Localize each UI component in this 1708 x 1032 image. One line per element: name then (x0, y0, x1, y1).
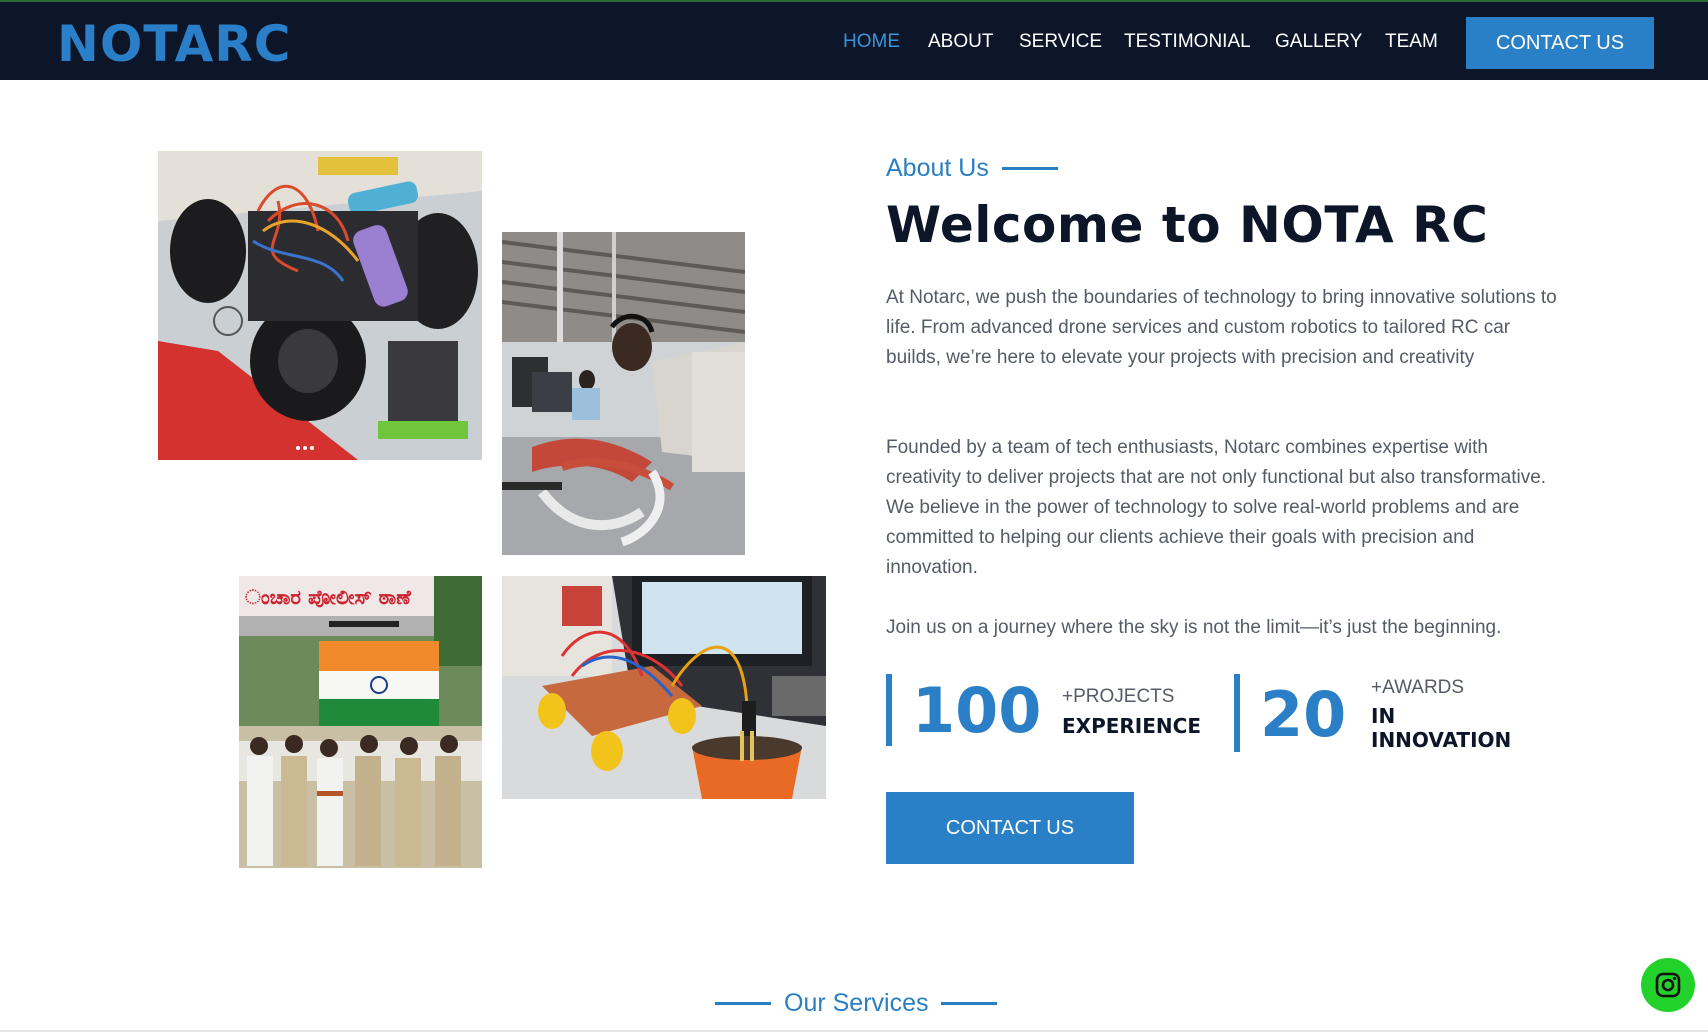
photo-rc-car (158, 151, 482, 460)
stat-awards-label: +AWARDS (1371, 677, 1465, 698)
services-heading: Our Services (715, 986, 998, 1020)
nav-item-about[interactable]: ABOUT (928, 28, 993, 56)
services-divider-left (715, 1001, 771, 1005)
instagram-icon (1655, 972, 1681, 998)
stat-awards-number: 20 (1260, 678, 1347, 751)
instagram-float-button[interactable] (1641, 958, 1695, 1012)
nav-item-home[interactable]: HOME (843, 28, 900, 56)
services-heading-text: Our Services (784, 988, 929, 1017)
photo-robot-car (502, 576, 826, 799)
stat-projects-number: 100 (912, 674, 1042, 747)
stat-awards-caption-line2: INNOVATION (1371, 728, 1512, 752)
stat-projects-caption: EXPERIENCE (1062, 714, 1201, 738)
about-paragraph-3: Join us on a journey where the sky is no… (886, 617, 1502, 638)
nav-item-gallery[interactable]: GALLERY (1275, 28, 1362, 56)
about-eyebrow-text: About Us (886, 154, 989, 182)
stat-awards-caption-line1: IN (1371, 704, 1396, 728)
navbar: NOTARC HOME ABOUT SERVICE TESTIMONIAL GA… (0, 0, 1708, 80)
stat-accent-bar (1234, 674, 1240, 752)
nav-contact-button[interactable]: CONTACT US (1466, 17, 1654, 69)
photo-workshop (502, 232, 745, 555)
nav-item-testimonial[interactable]: TESTIMONIAL (1124, 28, 1251, 56)
about-eyebrow: About Us (886, 154, 1058, 183)
about-headline: Welcome to NOTA RC (886, 196, 1489, 254)
about-contact-button[interactable]: CONTACT US (886, 792, 1134, 864)
services-divider-right (941, 1001, 998, 1005)
about-paragraph-2: Founded by a team of tech enthusiasts, N… (886, 437, 1547, 578)
stat-projects-label: +PROJECTS (1062, 686, 1175, 707)
nav-item-service[interactable]: SERVICE (1019, 28, 1102, 56)
brand-logo[interactable]: NOTARC (57, 16, 291, 72)
about-paragraph-1: At Notarc, we push the boundaries of tec… (886, 287, 1557, 368)
photo-drone-flag: ಂಚಾರ ಪೋಲೀಸ್ ಠಾಣೆ (239, 576, 482, 868)
eyebrow-divider (1001, 167, 1058, 170)
svg-text:ಂಚಾರ ಪೋಲೀಸ್ ಠಾಣೆ: ಂಚಾರ ಪೋಲೀಸ್ ಠಾಣೆ (245, 585, 412, 609)
stat-accent-bar (886, 674, 892, 746)
nav-item-team[interactable]: TEAM (1385, 28, 1438, 56)
